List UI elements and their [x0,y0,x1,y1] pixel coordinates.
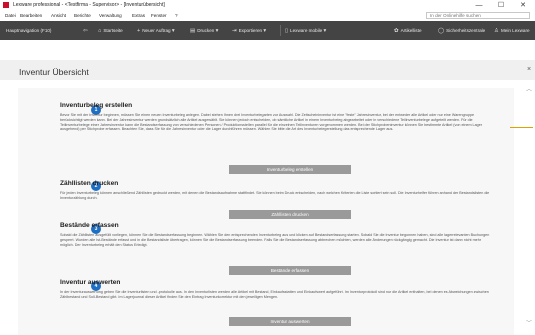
menu-extras[interactable]: Extras [132,13,145,18]
chevron-down-icon: ▾ [171,28,175,34]
printer-icon: ▤ [190,28,196,34]
menu-verwaltung[interactable]: Verwaltung [99,13,122,18]
bestaende-erfassen-button[interactable]: Bestände erfassen [229,266,351,275]
app-logo-icon [3,2,9,8]
neuer-auftrag-button[interactable]: + Neuer Auftrag ▾ [137,21,177,40]
shield-icon: ◯ [438,28,445,34]
chevron-down-icon: ▾ [263,28,267,34]
zaehllisten-drucken-button[interactable]: Zähllisten drucken [229,210,351,219]
window-title: Lexware professional - <Testfirma - Supe… [13,2,165,8]
main-toolbar: Hauptnavigation (F10) ⇦ ⌂ Startseite + Neu… [0,21,535,40]
mein-lexware-button[interactable]: ♙ Mein Lexware [494,21,530,40]
page-title: Inventur Übersicht [19,67,89,77]
mein-lexware-label: Mein Lexware [500,28,530,33]
user-icon: ♙ [494,28,499,34]
sicherheitszentrale-button[interactable]: ◯ Sicherheitszentrale [438,21,485,40]
chevron-down-icon: ▾ [323,28,327,34]
vertical-scrollbar[interactable] [523,84,535,335]
inventurbeleg-erstellen-button[interactable]: Inventurbeleg erstellen [229,165,351,174]
drucken-button[interactable]: ▤ Drucken ▾ [190,21,220,40]
exportieren-label: Exportieren [238,28,263,33]
artikelliste-button[interactable]: ✿ Artikelliste [394,21,422,40]
step-2-title: Zähllisten drucken [60,180,119,187]
home-icon: ⌂ [98,28,102,34]
chevron-down-icon: ▾ [215,28,219,34]
menu-berichte[interactable]: Berichte [74,13,91,18]
drucken-label: Drucken [197,28,215,33]
startseite-button[interactable]: ⌂ Startseite [98,21,123,40]
exportieren-button[interactable]: ⇥ Exportieren ▾ [232,21,268,40]
back-button[interactable]: ⇦ [83,21,90,40]
accent-line [510,127,533,128]
toolbar-separator [280,25,281,36]
gear-icon: ✿ [394,28,399,34]
artikelliste-label: Artikelliste [400,28,422,33]
step-2-text: Für jeden Inventurbeleg können anschließ… [60,191,490,200]
step-1-text: Bevor Sie mit der Inventur beginnen, müs… [60,113,482,132]
lexware-mobile-button[interactable]: ▯ Lexware mobile ▾ [285,21,328,40]
scroll-down-icon[interactable]: ﹀ [526,318,532,327]
menu-ansicht[interactable]: Ansicht [51,13,66,18]
close-panel-button[interactable]: × [527,66,531,73]
step-1-title: Inventurbeleg erstellen [60,102,133,109]
minimize-button[interactable]: — [469,0,489,11]
hauptnavigation-label: Hauptnavigation (F10) [6,28,52,33]
close-window-button[interactable]: ✕ [513,0,533,11]
step-4-title: Inventur auswerten [60,279,121,286]
menu-fenster[interactable]: Fenster [151,13,167,18]
hauptnavigation-button[interactable]: Hauptnavigation (F10) [6,21,51,40]
menu-datei[interactable]: Datei [5,13,16,18]
step-3-title: Bestände erfassen [60,222,119,229]
arrow-left-icon: ⇦ [83,28,88,34]
step-4-text: In der Inventurauswertung geben Sie die … [60,290,489,299]
sicherheitszentrale-label: Sicherheitszentrale [446,28,486,33]
scroll-up-icon[interactable]: ︿ [526,84,532,93]
inventur-auswerten-button[interactable]: Inventur auswerten [229,317,351,326]
menu-bearbeiten[interactable]: Bearbeiten [20,13,42,18]
lexware-mobile-label: Lexware mobile [290,28,323,33]
plus-icon: + [137,28,141,34]
menu-help[interactable]: ? [175,13,178,18]
maximize-button[interactable]: ☐ [491,0,511,11]
step-3-text: Sobald die Zähllisten ausgefüllt vorlieg… [60,233,490,247]
neuer-auftrag-label: Neuer Auftrag [142,28,171,33]
mobile-icon: ▯ [285,28,289,34]
startseite-label: Startseite [103,28,123,33]
help-search-input[interactable] [426,12,530,19]
export-icon: ⇥ [232,28,237,34]
